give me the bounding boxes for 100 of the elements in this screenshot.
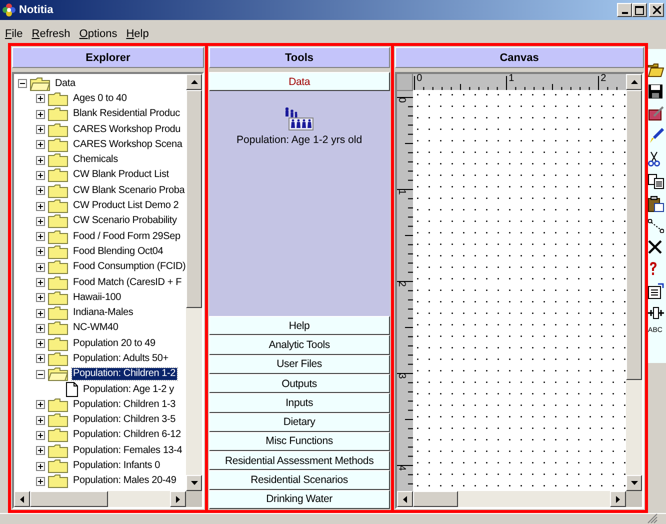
resize-grip-icon[interactable]	[647, 513, 658, 524]
expand-icon[interactable]	[36, 324, 45, 333]
expand-icon[interactable]	[36, 140, 45, 150]
scrollbar[interactable]	[14, 491, 202, 507]
expand-icon[interactable]	[36, 216, 45, 226]
tree-item[interactable]: Food Consumption (FCID)	[72, 261, 186, 274]
tree-item[interactable]: Population: Children 1-2	[72, 368, 176, 380]
expand-icon[interactable]	[36, 170, 45, 180]
expand-icon[interactable]	[36, 247, 45, 256]
tree-item[interactable]: Food / Food Form 29Sep	[72, 230, 182, 243]
expand-icon[interactable]	[36, 416, 45, 425]
scroll-up-button[interactable]	[186, 74, 202, 90]
scrollbar[interactable]	[186, 74, 202, 491]
tree-item[interactable]: Hawaii-100	[72, 292, 122, 304]
expand-icon[interactable]	[36, 354, 45, 364]
tree-item[interactable]: Population: Adults 50+	[72, 352, 170, 365]
tree-item[interactable]: CW Blank Product List	[72, 169, 170, 182]
brush-icon[interactable]	[648, 128, 664, 144]
tool-section-button[interactable]: Outputs	[209, 374, 390, 394]
tree-item[interactable]: Population: Age 1-2 y	[82, 384, 175, 396]
expand-icon[interactable]	[36, 156, 45, 165]
connector-icon[interactable]	[648, 219, 664, 233]
expand-icon[interactable]	[36, 400, 45, 410]
tool-section-button[interactable]: Dietary	[209, 412, 390, 432]
edit-icon[interactable]	[648, 106, 664, 121]
tree-item[interactable]: Ages 0 to 40	[72, 92, 128, 105]
scroll-down-button[interactable]	[186, 475, 202, 491]
scrollbar[interactable]	[626, 90, 642, 491]
tree-item[interactable]: Population: Children 1-3	[72, 398, 176, 411]
expand-icon[interactable]	[36, 186, 45, 196]
tree-item[interactable]: CARES Workshop Scena	[72, 138, 184, 151]
menu-item[interactable]: Help	[126, 28, 149, 40]
tool-section-button[interactable]: User Files	[209, 354, 390, 374]
tool-section-button[interactable]: Residential Assessment Methods	[209, 451, 390, 470]
tree-item[interactable]: Population: Children 3-5	[72, 414, 176, 426]
scroll-down-button[interactable]	[626, 475, 642, 491]
help-icon[interactable]	[648, 261, 658, 276]
tool-section-button[interactable]: Residential Scenarios	[209, 470, 390, 490]
scroll-up-button[interactable]	[626, 74, 642, 90]
expand-icon[interactable]	[36, 476, 45, 486]
tool-section-button[interactable]: Inputs	[209, 393, 390, 413]
paste-icon[interactable]	[648, 196, 664, 212]
expand-icon[interactable]	[36, 232, 45, 242]
copy-icon[interactable]	[648, 174, 664, 189]
tree-item[interactable]: CW Product List Demo 2	[72, 200, 180, 212]
expand-icon[interactable]	[36, 278, 45, 287]
minimize-button[interactable]	[617, 3, 632, 17]
scroll-thumb[interactable]	[412, 491, 458, 507]
scroll-right-button[interactable]	[170, 491, 186, 507]
tree-item[interactable]: Population: Infants 0	[72, 460, 161, 472]
close-button[interactable]	[649, 3, 664, 17]
scroll-left-button[interactable]	[396, 491, 413, 507]
collapse-icon[interactable]	[18, 79, 27, 88]
expand-icon[interactable]	[36, 94, 45, 104]
population-icon[interactable]	[284, 107, 314, 132]
tool-section-button[interactable]: Data	[209, 72, 390, 92]
expand-icon[interactable]	[36, 430, 45, 440]
tree-item[interactable]: Population: Children 6-12	[72, 429, 182, 442]
maximize-button[interactable]	[632, 3, 647, 17]
collapse-icon[interactable]	[36, 370, 45, 379]
scrollbar[interactable]	[396, 491, 642, 507]
menu-item[interactable]: Refresh	[32, 28, 70, 40]
expand-icon[interactable]	[36, 293, 45, 302]
tree-item[interactable]: CW Scenario Probability	[72, 215, 178, 228]
scroll-left-button[interactable]	[14, 491, 30, 507]
expand-icon[interactable]	[36, 308, 45, 318]
tree-item[interactable]: NC-WM40	[72, 322, 120, 334]
menu-item[interactable]: File	[5, 28, 23, 40]
scissors-icon[interactable]	[648, 151, 660, 167]
scroll-right-button[interactable]	[610, 491, 626, 507]
tree-item[interactable]: Food Match (CaresID + F	[72, 276, 182, 288]
tree-item[interactable]: Food Blending Oct04	[72, 246, 164, 258]
tree-item[interactable]: Indiana-Males	[72, 307, 134, 320]
tool-section-button[interactable]: Analytic Tools	[209, 335, 390, 355]
scroll-thumb[interactable]	[626, 90, 642, 380]
tree-item[interactable]: Blank Residential Produc	[72, 108, 181, 120]
component-icon[interactable]	[648, 306, 664, 320]
expand-icon[interactable]	[36, 446, 45, 456]
tree-item[interactable]: CARES Workshop Produ	[72, 124, 182, 136]
expand-icon[interactable]	[36, 462, 45, 471]
tree-item[interactable]: CW Blank Scenario Proba	[72, 184, 186, 197]
expand-icon[interactable]	[36, 125, 45, 134]
expand-icon[interactable]	[36, 262, 45, 272]
scroll-thumb[interactable]	[186, 90, 202, 308]
expand-icon[interactable]	[36, 339, 45, 348]
open-folder-icon[interactable]	[648, 63, 664, 77]
scroll-thumb[interactable]	[30, 491, 108, 507]
delete-icon[interactable]	[648, 240, 662, 254]
menu-item[interactable]: Options	[79, 28, 118, 40]
tool-section-button[interactable]: Misc Functions	[209, 432, 390, 452]
tree-item[interactable]: Chemicals	[72, 154, 119, 166]
tree-item[interactable]: Population: Females 13-4	[72, 444, 184, 457]
tree-item[interactable]: Population: Males 20-49	[72, 475, 178, 488]
save-icon[interactable]	[648, 84, 664, 99]
tree-item[interactable]: Population 20 to 49	[72, 338, 156, 350]
tool-section-button[interactable]: Help	[209, 316, 390, 336]
expand-icon[interactable]	[36, 110, 45, 119]
tree-item[interactable]: Data	[54, 78, 76, 90]
expand-icon[interactable]	[36, 202, 45, 211]
properties-icon[interactable]	[648, 283, 664, 299]
